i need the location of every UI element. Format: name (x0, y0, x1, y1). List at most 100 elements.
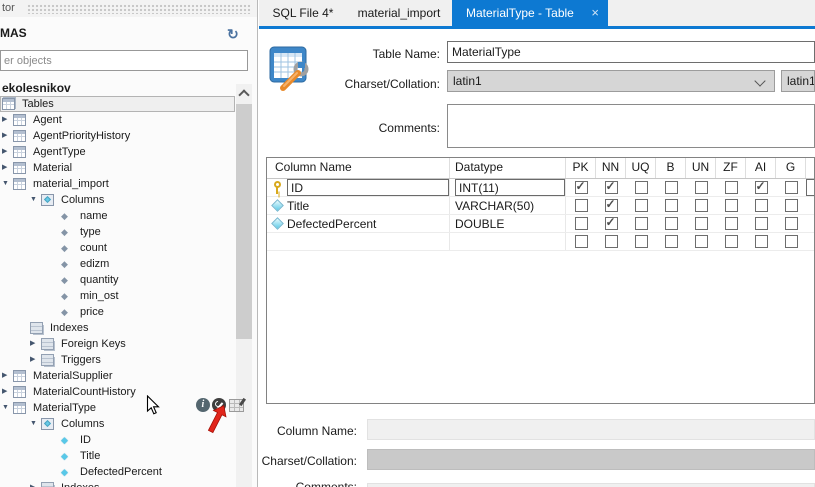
table-name-input[interactable] (447, 41, 815, 63)
refresh-icon[interactable]: ↻ (227, 27, 239, 41)
g-checkbox[interactable] (785, 217, 798, 230)
cell-datatype[interactable]: INT(11) (450, 179, 566, 196)
tree-item-count[interactable]: count (0, 240, 235, 256)
tab-materialtype-table[interactable]: MaterialType - Table × (452, 0, 608, 26)
column-row-empty[interactable] (267, 233, 814, 251)
un-checkbox[interactable] (695, 235, 708, 248)
filter-objects-input[interactable] (0, 50, 248, 71)
expand-arrow-icon[interactable] (30, 336, 41, 352)
tree-item-material-import[interactable]: material_import (0, 176, 235, 192)
zf-checkbox[interactable] (725, 217, 738, 230)
cell-g (776, 197, 806, 214)
uq-checkbox[interactable] (635, 181, 648, 194)
tree-item-type[interactable]: type (0, 224, 235, 240)
expand-arrow-icon[interactable] (2, 368, 13, 384)
tree-item-agent[interactable]: Agent (0, 112, 235, 128)
expand-arrow-icon[interactable] (30, 480, 41, 487)
expand-arrow-icon[interactable] (2, 112, 13, 128)
tree-item-columns[interactable]: Columns (0, 416, 235, 432)
g-checkbox[interactable] (785, 181, 798, 194)
column-row-title[interactable]: TitleVARCHAR(50) (267, 197, 814, 215)
expand-arrow-icon[interactable] (30, 352, 41, 368)
expand-arrow-icon[interactable] (2, 144, 13, 160)
g-checkbox[interactable] (785, 199, 798, 212)
tab-label: material_import (358, 6, 441, 20)
b-checkbox[interactable] (665, 235, 678, 248)
tree-item-quantity[interactable]: quantity (0, 272, 235, 288)
tree-item-name[interactable]: name (0, 208, 235, 224)
collapse-arrow-icon[interactable] (30, 192, 41, 208)
comments-textarea[interactable] (447, 104, 815, 148)
cell-datatype[interactable]: VARCHAR(50) (450, 197, 566, 214)
b-checkbox[interactable] (665, 199, 678, 212)
scrollbar-thumb[interactable] (236, 104, 252, 339)
info-icon[interactable] (196, 398, 210, 412)
un-checkbox[interactable] (695, 217, 708, 230)
uq-checkbox[interactable] (635, 199, 648, 212)
cell-datatype[interactable]: DOUBLE (450, 215, 566, 232)
edit-table-icon[interactable] (229, 399, 244, 412)
nn-checkbox[interactable] (605, 235, 618, 248)
tree-item-tables[interactable]: Tables (0, 96, 235, 112)
tab-material-import[interactable]: material_import (347, 0, 451, 26)
collation-select[interactable]: latin1_ (781, 70, 815, 92)
nn-checkbox[interactable] (605, 217, 618, 230)
zf-checkbox[interactable] (725, 181, 738, 194)
collapse-arrow-icon[interactable] (2, 176, 13, 192)
tree-item-triggers[interactable]: Triggers (0, 352, 235, 368)
close-tab-icon[interactable]: × (591, 0, 599, 26)
tab-sql-file-4[interactable]: SQL File 4* (262, 0, 344, 26)
wrench-icon[interactable] (212, 398, 226, 412)
tree-item-columns[interactable]: Columns (0, 192, 235, 208)
tree-item-materialsupplier[interactable]: MaterialSupplier (0, 368, 235, 384)
expand-arrow-icon[interactable] (2, 128, 13, 144)
tree-item-title[interactable]: Title (0, 448, 235, 464)
ai-checkbox[interactable] (755, 217, 768, 230)
pk-checkbox[interactable] (575, 217, 588, 230)
un-checkbox[interactable] (695, 199, 708, 212)
tree-item-indexes[interactable]: Indexes (0, 480, 235, 487)
tree-item-id[interactable]: ID (0, 432, 235, 448)
tree-item-agentpriorityhistory[interactable]: AgentPriorityHistory (0, 128, 235, 144)
pk-checkbox[interactable] (575, 199, 588, 212)
tree-item-edizm[interactable]: edizm (0, 256, 235, 272)
cell-column-name[interactable]: DefectedPercent (287, 215, 450, 232)
uq-checkbox[interactable] (635, 217, 648, 230)
charset-select[interactable]: latin1 (447, 70, 775, 92)
tree-item-foreign-keys[interactable]: Foreign Keys (0, 336, 235, 352)
ai-checkbox[interactable] (755, 181, 768, 194)
cell-datatype[interactable] (450, 233, 566, 250)
pk-checkbox[interactable] (575, 181, 588, 194)
tree-item-ekolesnikov[interactable]: ekolesnikov (0, 80, 235, 96)
pk-checkbox[interactable] (575, 235, 588, 248)
ai-checkbox[interactable] (755, 199, 768, 212)
cell-column-name[interactable] (287, 233, 450, 250)
g-checkbox[interactable] (785, 235, 798, 248)
collapse-arrow-icon[interactable] (30, 416, 41, 432)
nn-checkbox[interactable] (605, 199, 618, 212)
tree-item-min-ost[interactable]: min_ost (0, 288, 235, 304)
tree-item-indexes[interactable]: Indexes (0, 320, 235, 336)
tree-item-price[interactable]: price (0, 304, 235, 320)
cell-column-name[interactable]: Title (287, 197, 450, 214)
column-row-defectedpercent[interactable]: DefectedPercentDOUBLE (267, 215, 814, 233)
collapse-arrow-icon[interactable] (2, 400, 13, 416)
ai-checkbox[interactable] (755, 235, 768, 248)
cell-column-name[interactable]: ID (287, 179, 450, 196)
expand-arrow-icon[interactable] (2, 384, 13, 400)
cell-g (776, 179, 806, 196)
zf-checkbox[interactable] (725, 199, 738, 212)
un-checkbox[interactable] (695, 181, 708, 194)
column-row-id[interactable]: IDINT(11) (267, 179, 814, 197)
uq-checkbox[interactable] (635, 235, 648, 248)
tree-scrollbar[interactable] (236, 84, 252, 487)
b-checkbox[interactable] (665, 181, 678, 194)
expand-arrow-icon[interactable] (2, 160, 13, 176)
tree-item-material[interactable]: Material (0, 160, 235, 176)
nn-checkbox[interactable] (605, 181, 618, 194)
tree-item-agenttype[interactable]: AgentType (0, 144, 235, 160)
zf-checkbox[interactable] (725, 235, 738, 248)
tree-item-defectedpercent[interactable]: DefectedPercent (0, 464, 235, 480)
b-checkbox[interactable] (665, 217, 678, 230)
scrollbar-up-arrow-icon[interactable] (236, 84, 252, 100)
